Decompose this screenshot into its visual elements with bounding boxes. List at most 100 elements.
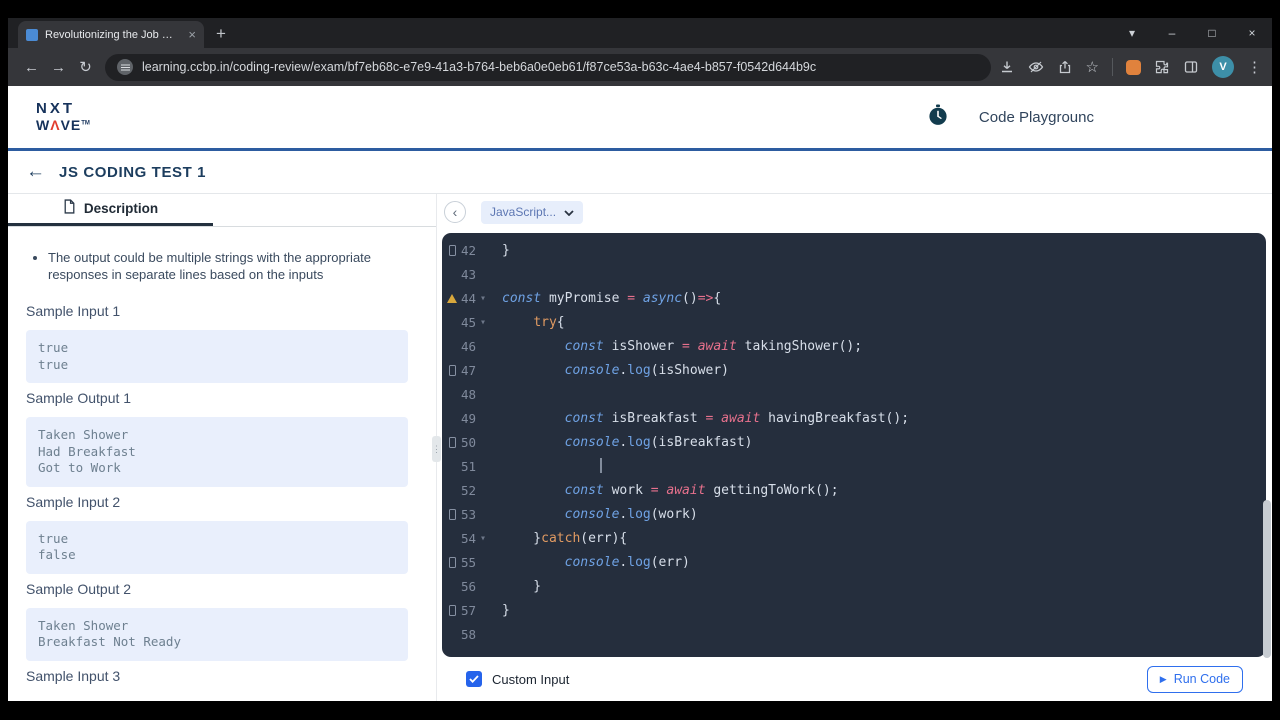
line-number[interactable]: 42 [458,243,476,258]
share-icon[interactable] [1057,59,1073,75]
code-line[interactable]: 58 [442,622,1266,646]
extension-orange-icon[interactable] [1126,59,1141,75]
sample-section-label: Sample Input 1 [26,303,121,319]
gutter-marker-icon [446,245,458,256]
code-line[interactable]: 42} [442,238,1266,262]
fold-toggle-icon[interactable]: ▾ [476,317,491,328]
eye-off-icon[interactable] [1028,59,1044,75]
warning-icon [446,294,458,303]
address-bar[interactable]: learning.ccbp.in/coding-review/exam/bf7e… [105,53,991,81]
sample-section-label: Sample Output 1 [26,390,132,406]
test-title-bar: ← JS CODING TEST 1 [8,151,1272,194]
fold-toggle-icon[interactable]: ▾ [476,293,491,304]
collapse-panel-button[interactable]: ‹ [444,201,466,223]
editor-footer: Custom Input ▶ Run Code [442,657,1266,701]
line-number[interactable]: 51 [458,459,476,474]
code-line[interactable]: 54 ▾ }catch(err){ [442,526,1266,550]
code-text: console.log(work) [564,506,698,522]
browser-tabstrip: Revolutionizing the Job Market × + ▾ – □… [8,18,1272,48]
line-number[interactable]: 57 [458,603,476,618]
toolbar-divider [1112,58,1113,76]
code-line[interactable]: 50 console.log(isBreakfast) [442,430,1266,454]
back-icon[interactable]: ← [18,59,45,76]
code-editor[interactable]: 42} 43 44 ▾ const myPromise = async()=>{45 ▾ … [442,233,1266,657]
code-text: } [502,602,510,618]
maximize-button[interactable]: □ [1192,26,1232,40]
browser-menu-icon[interactable]: ⋮ [1247,58,1262,76]
line-number[interactable]: 44 [458,291,476,306]
editor-topbar: ‹ JavaScript... [442,200,1266,224]
line-number[interactable]: 46 [458,339,476,354]
line-number[interactable]: 48 [458,387,476,402]
code-text: console.log(isShower) [564,362,730,378]
code-text: try{ [533,314,565,330]
toolbar-actions: ☆ V ⋮ [999,56,1262,78]
line-number[interactable]: 49 [458,411,476,426]
code-line[interactable]: 49 const isBreakfast = await havingBreak… [442,406,1266,430]
side-panel-icon[interactable] [1183,59,1199,75]
site-settings-icon[interactable] [117,59,133,75]
gutter-marker-icon [446,605,458,616]
line-number[interactable]: 45 [458,315,476,330]
code-line[interactable]: 51 [442,454,1266,478]
line-number[interactable]: 43 [458,267,476,282]
line-number[interactable]: 58 [458,627,476,642]
line-number[interactable]: 53 [458,507,476,522]
description-tabbar: Description [8,194,436,227]
code-line[interactable]: 53 console.log(work) [442,502,1266,526]
test-title: JS CODING TEST 1 [59,163,207,181]
line-number[interactable]: 54 [458,531,476,546]
gutter-marker-icon [446,557,458,568]
tab-close-icon[interactable]: × [188,28,196,41]
text-cursor [600,458,602,473]
back-to-tests-icon[interactable]: ← [26,161,45,183]
forward-icon[interactable]: → [45,59,72,76]
reload-icon[interactable]: ↻ [72,58,99,76]
description-scroll-area[interactable]: The output could be multiple strings wit… [8,227,436,701]
description-bullets: The output could be multiple strings wit… [26,249,384,283]
gutter-marker-icon [446,509,458,520]
profile-avatar[interactable]: V [1212,56,1234,78]
line-number[interactable]: 56 [458,579,476,594]
browser-tab[interactable]: Revolutionizing the Job Market × [18,21,204,48]
panel-resize-handle[interactable]: ⋮ [432,436,441,462]
description-tab-label: Description [83,201,159,216]
code-line[interactable]: 47 console.log(isShower) [442,358,1266,382]
code-line[interactable]: 48 [442,382,1266,406]
line-number[interactable]: 52 [458,483,476,498]
extensions-puzzle-icon[interactable] [1154,59,1170,75]
code-line[interactable]: 46 const isShower = await takingShower()… [442,334,1266,358]
line-number[interactable]: 55 [458,555,476,570]
page-scrollbar[interactable] [1263,500,1271,658]
language-label: JavaScript... [490,205,557,219]
fold-toggle-icon[interactable]: ▾ [476,533,491,544]
custom-input-label: Custom Input [492,671,570,687]
gutter-marker-icon [446,437,458,448]
custom-input-checkbox[interactable] [466,671,482,687]
code-line[interactable]: 45 ▾ try{ [442,310,1266,334]
code-line[interactable]: 52 const work = await gettingToWork(); [442,478,1266,502]
new-tab-button[interactable]: + [216,24,226,44]
run-code-button[interactable]: ▶ Run Code [1146,665,1243,693]
main-content: Description The output could be multiple… [8,194,1272,701]
code-line[interactable]: 43 [442,262,1266,286]
close-button[interactable]: × [1232,26,1272,40]
sample-section-label: Sample Input 3 [26,667,121,684]
minimize-button[interactable]: – [1152,26,1192,40]
line-number[interactable]: 50 [458,435,476,450]
download-icon[interactable] [999,59,1015,75]
timer-stopwatch-icon [927,104,949,131]
nxtwave-logo[interactable]: NXT WΛVETM [36,101,90,133]
chrome-menu-caret-icon[interactable]: ▾ [1112,26,1152,40]
code-line[interactable]: 57} [442,598,1266,622]
language-select[interactable]: JavaScript... [481,200,584,224]
tab-description[interactable]: Description [8,194,213,226]
code-line[interactable]: 44 ▾ const myPromise = async()=>{ [442,286,1266,310]
code-text: console.log(err) [564,554,690,570]
line-number[interactable]: 47 [458,363,476,378]
sample-section-label: Sample Output 2 [26,580,132,597]
bookmark-star-icon[interactable]: ☆ [1086,60,1099,75]
code-line[interactable]: 56 } [442,574,1266,598]
sample-code-box: true false [26,520,408,574]
code-line[interactable]: 55 console.log(err) [442,550,1266,574]
